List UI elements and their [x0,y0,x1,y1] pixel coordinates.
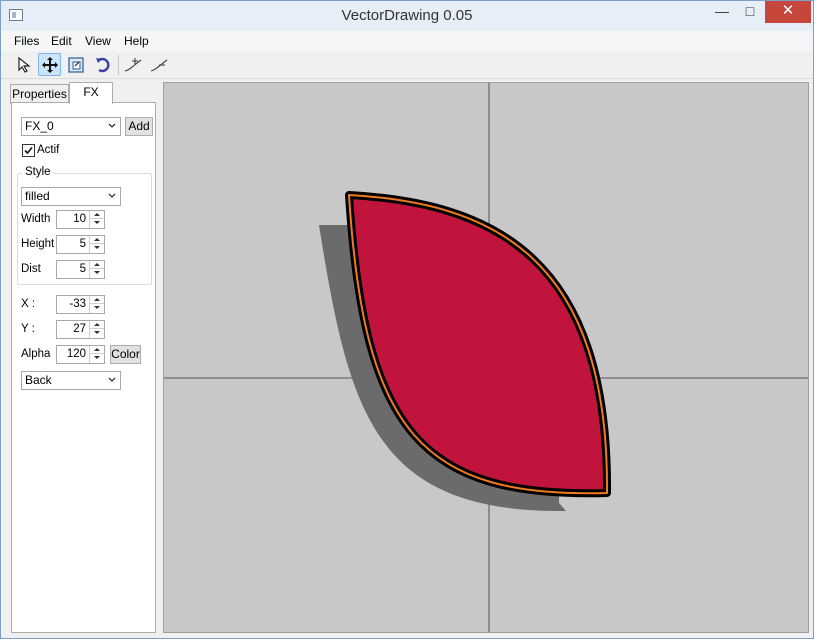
rotate-tool-button[interactable] [91,53,114,76]
close-button[interactable]: ✕ [765,1,811,23]
layer-select[interactable]: Back [21,371,121,390]
resize-tool-button[interactable] [64,53,87,76]
width-spinner[interactable]: 10 [56,210,105,229]
alpha-label: Alpha [21,348,51,360]
toolbar-separator [118,55,119,75]
y-value: 27 [73,323,86,335]
x-label: X : [21,298,36,310]
layer-select-value: Back [25,373,52,387]
resize-frame-icon [68,57,84,73]
spin-up-icon[interactable] [90,261,104,269]
actif-label: Actif [37,144,60,156]
dist-spinner[interactable]: 5 [56,260,105,279]
minimize-button[interactable]: — [707,1,737,23]
x-spinner[interactable]: -33 [56,295,105,314]
window-title: VectorDrawing 0.05 [341,7,473,24]
alpha-spinner[interactable]: 120 [56,345,105,364]
height-spinner[interactable]: 5 [56,235,105,254]
menu-help[interactable]: Help [124,34,149,48]
tab-properties[interactable]: Properties [10,84,69,104]
spin-down-icon[interactable] [90,219,104,227]
spin-down-icon[interactable] [90,354,104,362]
y-spinner[interactable]: 27 [56,320,105,339]
spin-down-icon[interactable] [90,304,104,312]
spin-down-icon[interactable] [90,329,104,337]
spin-down-icon[interactable] [90,244,104,252]
menu-view[interactable]: View [85,34,111,48]
spin-up-icon[interactable] [90,321,104,329]
height-label: Height [21,238,55,250]
alpha-value: 120 [66,348,86,360]
chevron-down-icon [108,193,116,198]
spin-up-icon[interactable] [90,236,104,244]
spin-up-icon[interactable] [90,346,104,354]
spin-up-icon[interactable] [90,296,104,304]
x-value: -33 [69,298,86,310]
chevron-down-icon [108,377,116,382]
drawing-canvas[interactable] [163,82,809,633]
menu-edit[interactable]: Edit [51,34,72,48]
chevron-down-icon [108,123,116,128]
canvas-drawing [164,83,808,632]
move-arrows-icon [42,57,58,73]
maximize-button[interactable]: □ [737,1,763,23]
y-label: Y : [21,323,35,335]
add-point-curve-icon [124,58,142,72]
style-group-title: Style [22,166,54,178]
effect-select[interactable]: FX_0 [21,117,121,136]
style-select[interactable]: filled [21,187,121,206]
add-point-button[interactable] [121,53,144,76]
leaf-shape[interactable] [345,191,612,498]
remove-point-button[interactable] [147,53,170,76]
rotate-icon [96,57,110,73]
select-arrow-icon [18,56,31,73]
menu-bar: Files Edit View Help [1,31,813,51]
add-effect-button[interactable]: Add [125,117,153,136]
style-select-value: filled [25,189,50,203]
remove-point-curve-icon [150,59,168,72]
actif-checkbox[interactable] [22,144,35,157]
toolbar [1,51,813,79]
fx-panel: FX_0 Add Actif Style filled Width 10 Hei… [11,102,156,633]
color-button[interactable]: Color [110,345,141,364]
menu-files[interactable]: Files [14,34,39,48]
width-label: Width [21,213,51,225]
move-tool-button[interactable] [38,53,61,76]
height-value: 5 [79,238,86,250]
app-window: VectorDrawing 0.05 — □ ✕ Files Edit View… [0,0,814,639]
spin-up-icon[interactable] [90,211,104,219]
tab-fx[interactable]: FX [69,82,113,104]
checkmark-icon [24,146,33,155]
width-value: 10 [73,213,86,225]
select-tool-button[interactable] [13,53,36,76]
spin-down-icon[interactable] [90,269,104,277]
title-bar[interactable]: VectorDrawing 0.05 — □ ✕ [1,1,813,31]
effect-select-value: FX_0 [25,119,54,133]
dist-value: 5 [79,263,86,275]
dist-label: Dist [21,263,41,275]
